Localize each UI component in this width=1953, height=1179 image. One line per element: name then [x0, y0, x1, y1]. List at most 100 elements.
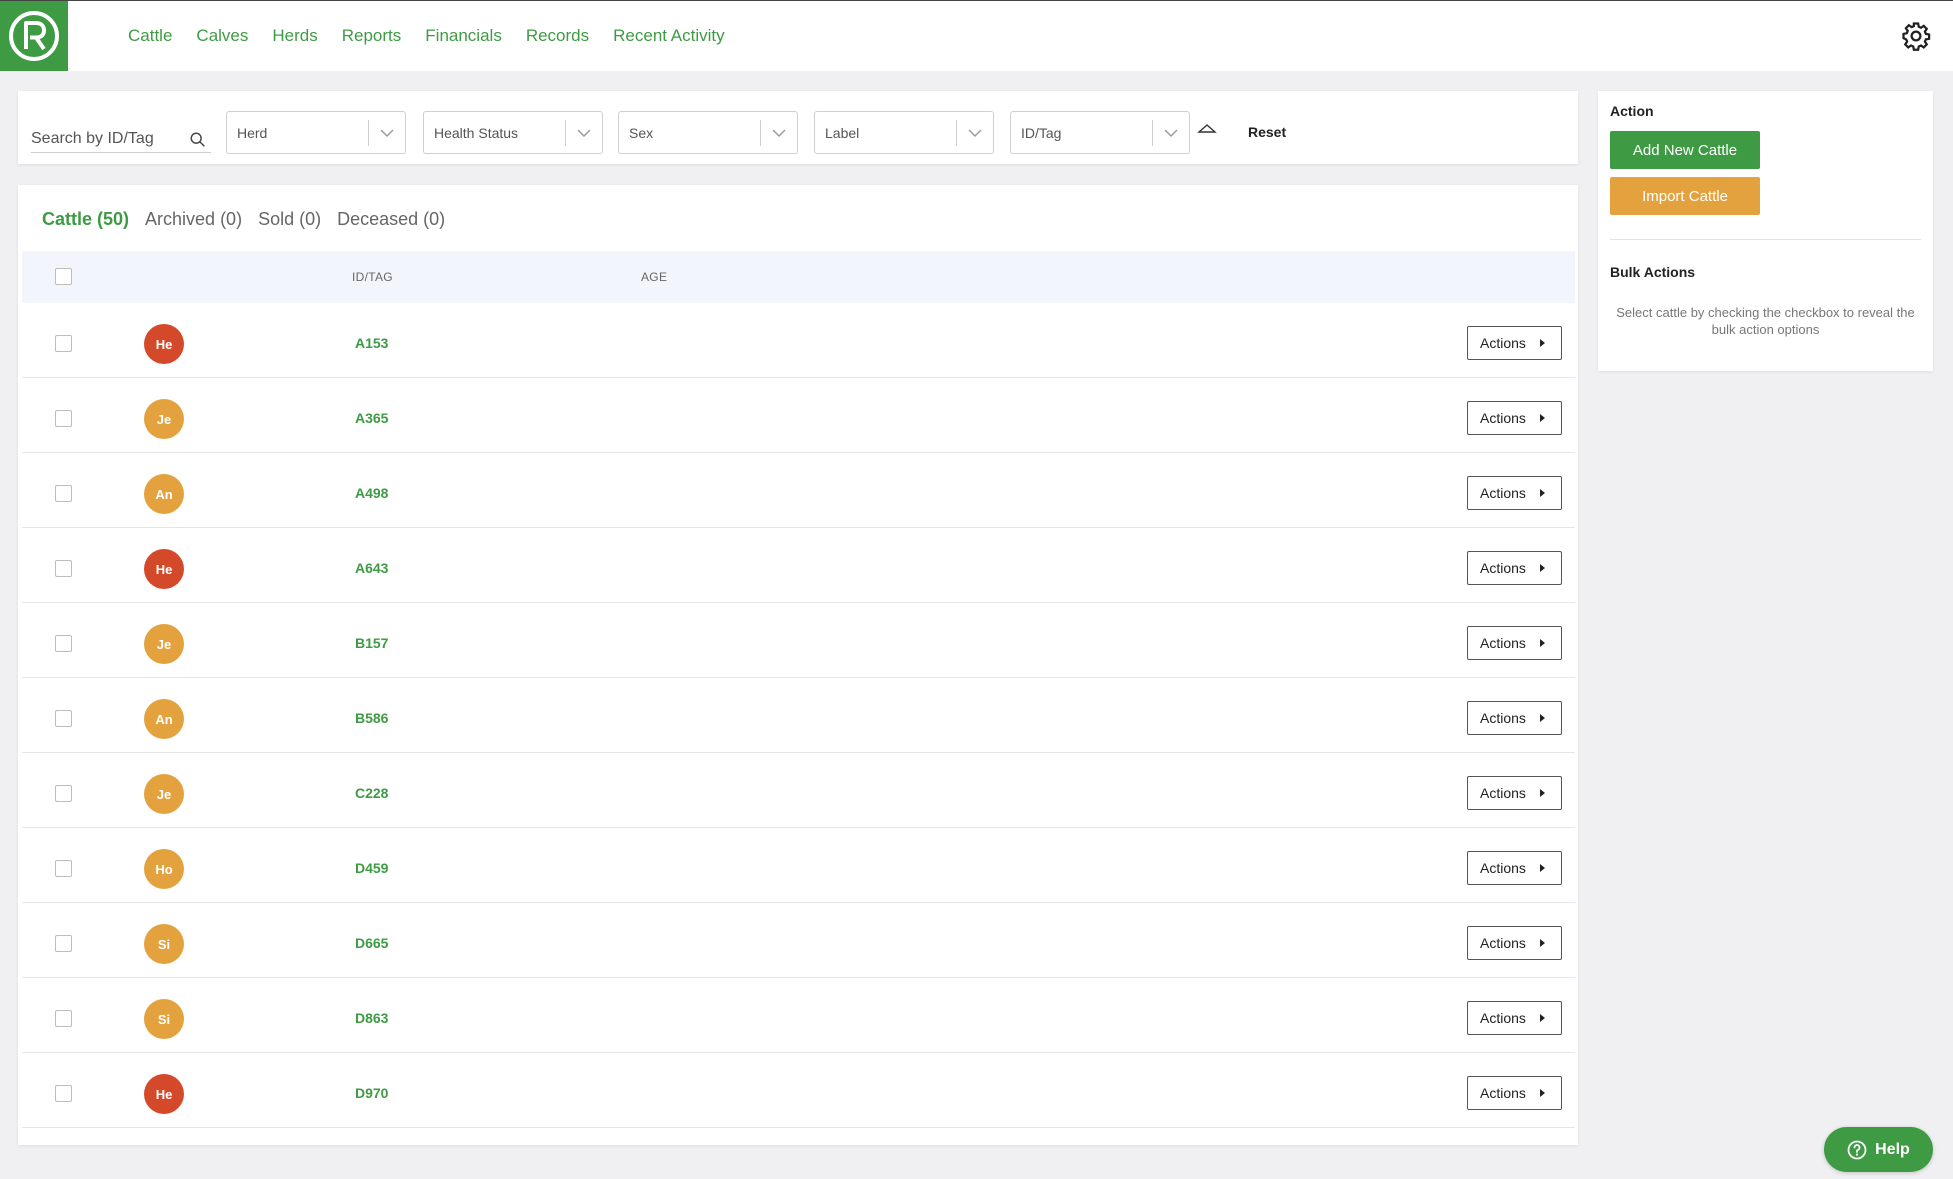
row-actions-label: Actions: [1480, 410, 1526, 426]
caret-right-icon: [1540, 414, 1545, 422]
help-button[interactable]: Help: [1824, 1127, 1933, 1172]
cattle-id-tag-link[interactable]: A365: [355, 410, 388, 426]
caret-right-icon: [1540, 1089, 1545, 1097]
row-actions-button[interactable]: Actions: [1467, 626, 1562, 660]
brand-logo[interactable]: [0, 1, 68, 71]
avatar: Si: [144, 924, 184, 964]
settings-gear-icon[interactable]: [1901, 21, 1931, 51]
bulk-actions-title: Bulk Actions: [1610, 264, 1696, 280]
herd-select[interactable]: Herd: [226, 111, 406, 154]
tab-archived[interactable]: Archived (0): [145, 209, 242, 230]
row-actions-label: Actions: [1480, 785, 1526, 801]
row-checkbox[interactable]: [55, 335, 72, 352]
help-question-icon: [1847, 1140, 1867, 1159]
action-panel: Action Add New Cattle Import Cattle Bulk…: [1598, 91, 1933, 371]
row-checkbox[interactable]: [55, 860, 72, 877]
row-checkbox[interactable]: [55, 1085, 72, 1102]
reset-button[interactable]: Reset: [1248, 124, 1286, 140]
nav-item-records[interactable]: Records: [526, 26, 589, 46]
search-input[interactable]: [31, 129, 181, 148]
nav-item-reports[interactable]: Reports: [342, 26, 402, 46]
row-actions-label: Actions: [1480, 335, 1526, 351]
cattle-id-tag-link[interactable]: B586: [355, 710, 388, 726]
row-actions-button[interactable]: Actions: [1467, 851, 1562, 885]
avatar: He: [144, 1074, 184, 1114]
tab-cattle[interactable]: Cattle (50): [42, 209, 129, 230]
table-row: Si D665 Actions: [22, 903, 1575, 978]
cattle-id-tag-link[interactable]: B157: [355, 635, 388, 651]
table-row: He A153 Actions: [22, 303, 1575, 378]
action-panel-title: Action: [1610, 103, 1654, 119]
caret-right-icon: [1540, 489, 1545, 497]
select-all-checkbox[interactable]: [55, 268, 72, 285]
id-tag-select-label: ID/Tag: [1021, 124, 1062, 141]
row-actions-button[interactable]: Actions: [1467, 401, 1562, 435]
nav-item-herds[interactable]: Herds: [272, 26, 317, 46]
row-actions-label: Actions: [1480, 1085, 1526, 1101]
table-row: He D970 Actions: [22, 1053, 1575, 1128]
sex-select-label: Sex: [629, 124, 654, 141]
row-checkbox[interactable]: [55, 560, 72, 577]
chevron-up-icon[interactable]: [1197, 122, 1217, 136]
cattle-id-tag-link[interactable]: A498: [355, 485, 388, 501]
row-checkbox[interactable]: [55, 785, 72, 802]
registered-logo-icon: [9, 11, 59, 61]
table-row: An B586 Actions: [22, 678, 1575, 753]
tab-deceased[interactable]: Deceased (0): [337, 209, 445, 230]
table-row: Si D863 Actions: [22, 978, 1575, 1053]
row-checkbox[interactable]: [55, 1010, 72, 1027]
row-actions-button[interactable]: Actions: [1467, 1001, 1562, 1035]
row-checkbox[interactable]: [55, 935, 72, 952]
cattle-id-tag-link[interactable]: D665: [355, 935, 388, 951]
cattle-id-tag-link[interactable]: D863: [355, 1010, 388, 1026]
avatar: Si: [144, 999, 184, 1039]
top-navbar: Cattle Calves Herds Reports Financials Record…: [0, 0, 1953, 71]
cattle-id-tag-link[interactable]: A153: [355, 335, 388, 351]
import-cattle-button[interactable]: Import Cattle: [1610, 177, 1760, 215]
label-select[interactable]: Label: [814, 111, 994, 154]
row-actions-button[interactable]: Actions: [1467, 551, 1562, 585]
table-row: Je A365 Actions: [22, 378, 1575, 453]
help-label: Help: [1875, 1140, 1910, 1158]
nav-item-recent-activity[interactable]: Recent Activity: [613, 26, 725, 46]
row-actions-button[interactable]: Actions: [1467, 1076, 1562, 1110]
caret-right-icon: [1540, 639, 1545, 647]
row-actions-label: Actions: [1480, 560, 1526, 576]
cattle-id-tag-link[interactable]: A643: [355, 560, 388, 576]
nav-item-financials[interactable]: Financials: [425, 26, 502, 46]
avatar: Je: [144, 399, 184, 439]
filter-bar: Herd Health Status Sex Label ID/Tag Rese…: [18, 91, 1578, 164]
nav-item-calves[interactable]: Calves: [196, 26, 248, 46]
cattle-list-panel: Cattle (50) Archived (0) Sold (0) Deceased …: [18, 185, 1578, 1145]
avatar: He: [144, 549, 184, 589]
row-checkbox[interactable]: [55, 710, 72, 727]
row-actions-button[interactable]: Actions: [1467, 926, 1562, 960]
caret-right-icon: [1540, 714, 1545, 722]
divider: [1610, 239, 1921, 240]
search-icon[interactable]: [189, 131, 207, 149]
avatar: He: [144, 324, 184, 364]
sex-select[interactable]: Sex: [618, 111, 798, 154]
row-checkbox[interactable]: [55, 635, 72, 652]
row-checkbox[interactable]: [55, 485, 72, 502]
health-status-select[interactable]: Health Status: [423, 111, 603, 154]
cattle-id-tag-link[interactable]: D459: [355, 860, 388, 876]
row-actions-button[interactable]: Actions: [1467, 701, 1562, 735]
row-actions-button[interactable]: Actions: [1467, 776, 1562, 810]
caret-right-icon: [1540, 789, 1545, 797]
row-actions-button[interactable]: Actions: [1467, 476, 1562, 510]
chevron-down-icon: [968, 129, 982, 137]
id-tag-select[interactable]: ID/Tag: [1010, 111, 1190, 154]
row-actions-label: Actions: [1480, 485, 1526, 501]
caret-right-icon: [1540, 339, 1545, 347]
cattle-id-tag-link[interactable]: C228: [355, 785, 388, 801]
table-row: Je B157 Actions: [22, 603, 1575, 678]
row-checkbox[interactable]: [55, 410, 72, 427]
nav-item-cattle[interactable]: Cattle: [128, 26, 172, 46]
avatar: An: [144, 474, 184, 514]
add-new-cattle-button[interactable]: Add New Cattle: [1610, 131, 1760, 169]
row-actions-button[interactable]: Actions: [1467, 326, 1562, 360]
cattle-id-tag-link[interactable]: D970: [355, 1085, 388, 1101]
tab-sold[interactable]: Sold (0): [258, 209, 321, 230]
chevron-down-icon: [577, 129, 591, 137]
